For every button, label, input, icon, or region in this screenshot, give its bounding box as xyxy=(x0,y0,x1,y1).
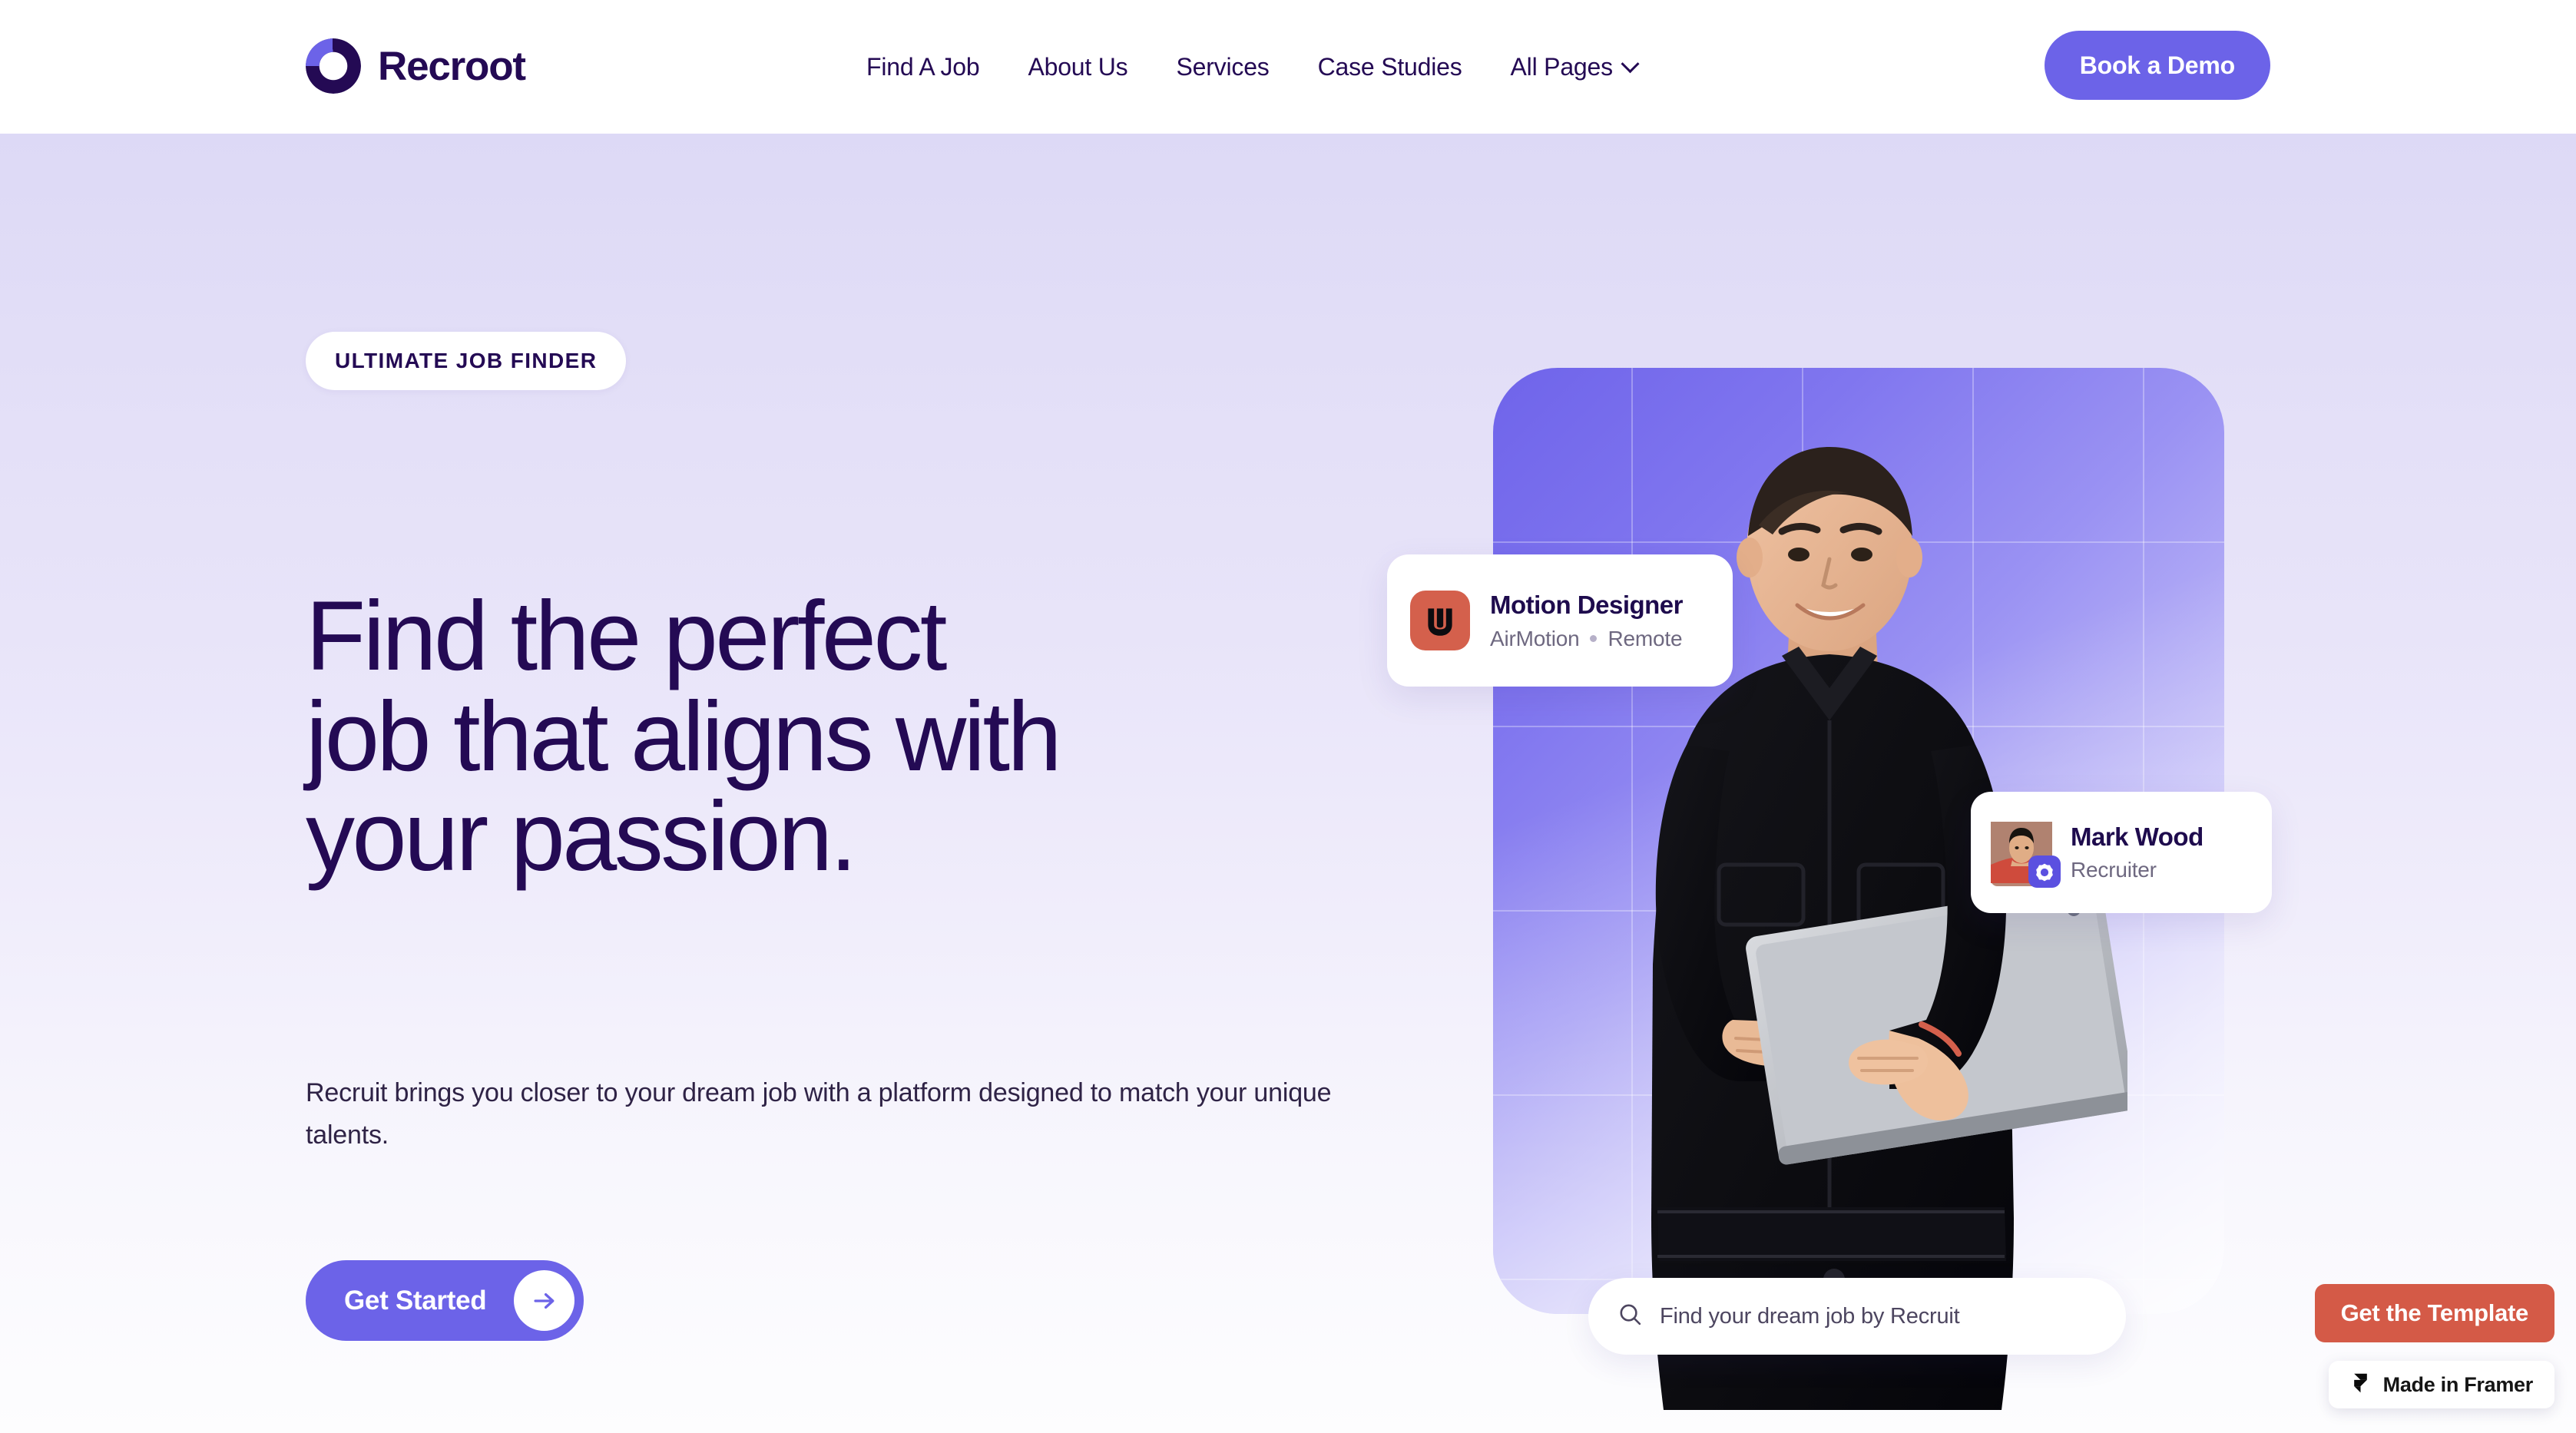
job-title: Motion Designer xyxy=(1490,590,1684,619)
airmotion-w-logo-icon xyxy=(1410,591,1470,650)
nav-item-all-pages[interactable]: All Pages xyxy=(1510,52,1640,81)
job-location: Remote xyxy=(1608,626,1683,650)
nav-label: All Pages xyxy=(1510,52,1614,81)
hero-section: ULTIMATE JOB FINDER Find the perfect job… xyxy=(0,134,2576,1433)
headline-line-2: job that aligns with xyxy=(306,681,1062,792)
nav-item-find-a-job[interactable]: Find A Job xyxy=(866,52,980,81)
recroot-ring-logo-icon xyxy=(306,38,361,94)
brand-name: Recroot xyxy=(378,43,526,89)
separator-dot-icon xyxy=(1590,635,1598,642)
main-nav: Find A Job About Us Services Case Studie… xyxy=(866,0,1640,134)
nav-label: Find A Job xyxy=(866,52,980,81)
nav-label: Case Studies xyxy=(1317,52,1462,81)
headline-line-1: Find the perfect xyxy=(306,581,947,691)
page-root: Recroot Find A Job About Us Services Cas… xyxy=(0,0,2576,1433)
job-meta: AirMotion Remote xyxy=(1490,627,1683,651)
chevron-down-icon xyxy=(1621,54,1640,73)
verified-badge-icon xyxy=(2028,855,2061,888)
nav-label: Services xyxy=(1176,52,1270,81)
nav-label: About Us xyxy=(1028,52,1128,81)
get-started-button[interactable]: Get Started xyxy=(306,1260,584,1341)
nav-item-services[interactable]: Services xyxy=(1176,53,1269,81)
job-card[interactable]: Motion Designer AirMotion Remote xyxy=(1387,554,1733,687)
made-in-framer-badge[interactable]: Made in Framer xyxy=(2328,1361,2554,1408)
hero-subheadline: Recruit brings you closer to your dream … xyxy=(306,1078,1332,1150)
get-started-label: Get Started xyxy=(344,1285,487,1316)
search-icon xyxy=(1617,1302,1643,1331)
job-company: AirMotion xyxy=(1490,626,1580,650)
nav-item-about-us[interactable]: About Us xyxy=(1028,53,1127,81)
framer-badge-label: Made in Framer xyxy=(2382,1372,2534,1396)
avatar xyxy=(1991,822,2061,888)
page-title: Find the perfect job that aligns with yo… xyxy=(306,581,1427,892)
get-the-template-button[interactable]: Get the Template xyxy=(2314,1284,2554,1342)
headline-line-3: your passion. xyxy=(306,782,857,892)
recruiter-name: Mark Wood xyxy=(2071,822,2204,851)
recruiter-card[interactable]: Mark Wood Recruiter xyxy=(1971,792,2272,913)
book-a-demo-button[interactable]: Book a Demo xyxy=(2044,31,2270,100)
site-header: Recroot Find A Job About Us Services Cas… xyxy=(0,0,2576,134)
framer-logo-icon xyxy=(2350,1372,2371,1397)
recruiter-role: Recruiter xyxy=(2071,858,2157,882)
search-placeholder-text: Find your dream job by Recruit xyxy=(1660,1303,1960,1329)
search-input[interactable]: Find your dream job by Recruit xyxy=(1588,1278,2126,1355)
hero-eyebrow-text: ULTIMATE JOB FINDER xyxy=(335,349,598,372)
brand-logo[interactable]: Recroot xyxy=(306,38,526,94)
nav-item-case-studies[interactable]: Case Studies xyxy=(1318,53,1462,81)
arrow-right-icon xyxy=(514,1270,575,1331)
hero-eyebrow-badge: ULTIMATE JOB FINDER xyxy=(306,332,627,390)
